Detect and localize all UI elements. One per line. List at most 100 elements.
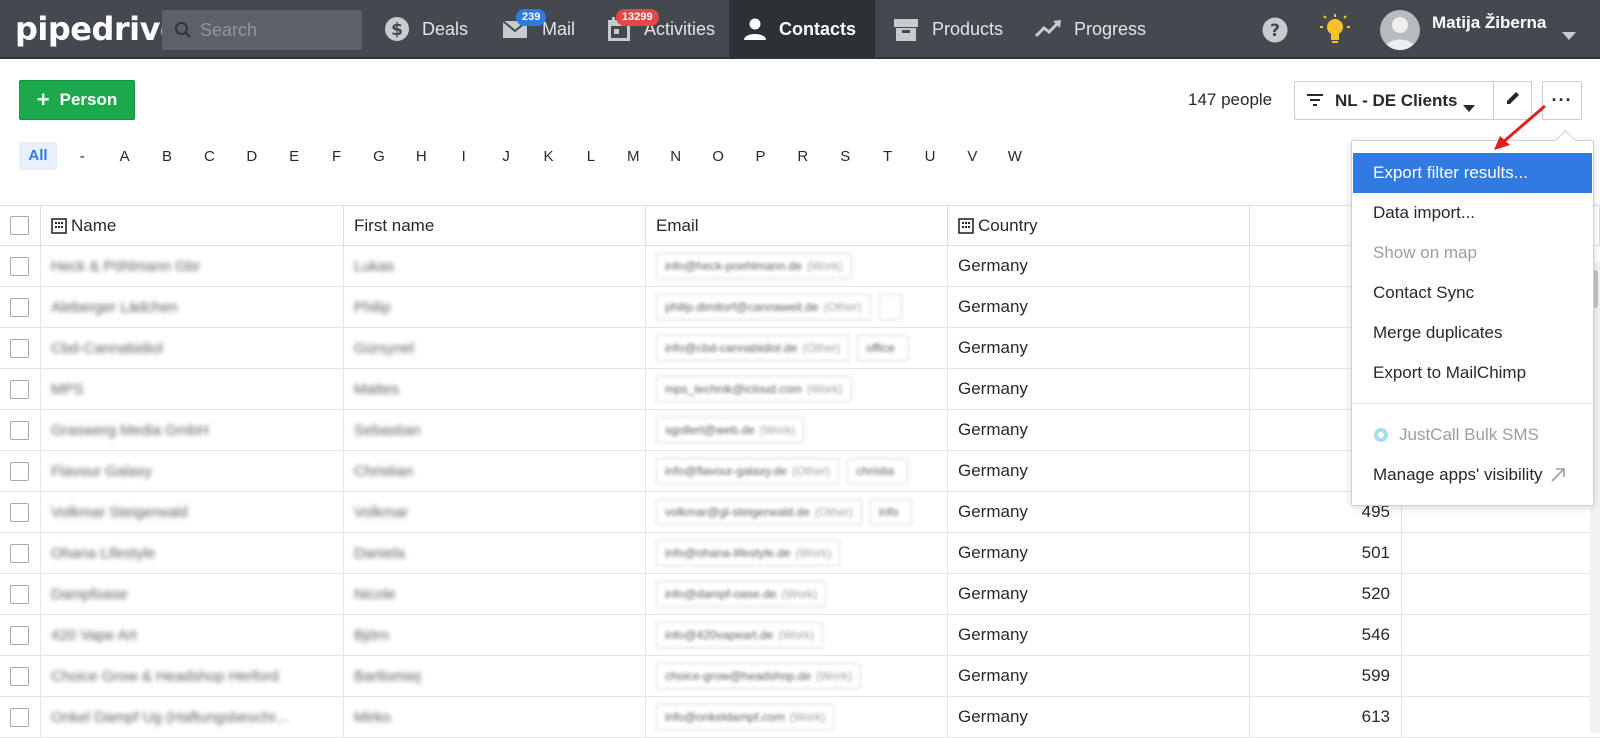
- cell-first-name[interactable]: Daniela: [344, 533, 646, 573]
- row-checkbox[interactable]: [10, 338, 29, 358]
- nav-progress[interactable]: Progress: [1020, 0, 1160, 58]
- cell-email[interactable]: info@onkeldampf.com (Work): [646, 697, 948, 737]
- cell-name[interactable]: Graswerg Media GmbH: [41, 410, 344, 450]
- cell-name[interactable]: Volkmar Steigerwald: [41, 492, 344, 532]
- contact-name[interactable]: Flavour Galaxy: [51, 463, 152, 480]
- cell-country[interactable]: Germany: [948, 328, 1250, 368]
- row-checkbox[interactable]: [10, 420, 29, 440]
- menu-item-contact-sync[interactable]: Contact Sync: [1353, 273, 1592, 313]
- nav-contacts[interactable]: Contacts: [729, 0, 875, 58]
- cell-country[interactable]: Germany: [948, 574, 1250, 614]
- row-checkbox[interactable]: [10, 625, 29, 645]
- cell-name[interactable]: Ohana Lifestyle: [41, 533, 344, 573]
- email-pill[interactable]: info@onkeldampf.com (Work): [656, 704, 835, 730]
- contact-name[interactable]: Dampfoase: [51, 586, 128, 603]
- cell-name[interactable]: Aleberger Lädchen: [41, 287, 344, 327]
- user-menu[interactable]: Matija Žiberna: [1380, 10, 1546, 50]
- contact-name[interactable]: MPS: [51, 381, 84, 398]
- pipedrive-logo[interactable]: pipedrive: [15, 10, 182, 48]
- cell-first-name[interactable]: Sebastian: [344, 410, 646, 450]
- cell-number[interactable]: 613: [1250, 697, 1402, 737]
- alpha-letter-v[interactable]: V: [951, 148, 993, 165]
- cell-first-name[interactable]: Nicole: [344, 574, 646, 614]
- row-checkbox[interactable]: [10, 379, 29, 399]
- row-checkbox[interactable]: [10, 297, 29, 317]
- cell-country[interactable]: Germany: [948, 656, 1250, 696]
- email-pill[interactable]: volkmar@gl-steigerwald.de (Other): [656, 499, 862, 525]
- column-header-email[interactable]: Email: [646, 206, 948, 245]
- alpha-letter-u[interactable]: U: [909, 148, 951, 165]
- cell-email[interactable]: info@cbd-cannabidiol.de (Other) office: [646, 328, 948, 368]
- alpha-letter-dash[interactable]: -: [61, 148, 103, 165]
- email-pill[interactable]: info@dampf-oase.de (Work): [656, 581, 827, 607]
- menu-item-manage-apps-visibility[interactable]: Manage apps' visibility: [1353, 455, 1592, 495]
- cell-email[interactable]: info@dampf-oase.de (Work): [646, 574, 948, 614]
- cell-email[interactable]: choice-grow@headshop.de (Work): [646, 656, 948, 696]
- row-checkbox[interactable]: [10, 461, 29, 481]
- email-pill[interactable]: office: [857, 335, 909, 361]
- help-icon[interactable]: ?: [1262, 17, 1288, 48]
- email-pill[interactable]: info: [869, 499, 913, 525]
- cell-number[interactable]: 520: [1250, 574, 1402, 614]
- alpha-letter-n[interactable]: N: [654, 148, 696, 165]
- cell-name[interactable]: Onkel Dampf Ug (Haftungsbeschr...: [41, 697, 344, 737]
- row-checkbox[interactable]: [10, 584, 29, 604]
- menu-item-export-filter-results[interactable]: Export filter results...: [1353, 153, 1592, 193]
- menu-item-export-mailchimp[interactable]: Export to MailChimp: [1353, 353, 1592, 393]
- alpha-letter-l[interactable]: L: [570, 148, 612, 165]
- alpha-letter-g[interactable]: G: [358, 148, 400, 165]
- nav-products[interactable]: Products: [878, 0, 1017, 58]
- cell-email[interactable]: mps_technik@icloud.com (Work): [646, 369, 948, 409]
- cell-first-name[interactable]: Bartlomiej: [344, 656, 646, 696]
- alpha-letter-s[interactable]: S: [824, 148, 866, 165]
- contact-name[interactable]: 420 Vape Art: [51, 627, 137, 644]
- cell-number[interactable]: 501: [1250, 533, 1402, 573]
- email-pill[interactable]: [878, 294, 902, 320]
- email-pill[interactable]: info@heck-poehlmann.de (Work): [656, 253, 852, 279]
- cell-first-name[interactable]: Volkmar: [344, 492, 646, 532]
- row-checkbox[interactable]: [10, 256, 29, 276]
- cell-country[interactable]: Germany: [948, 287, 1250, 327]
- search-box[interactable]: [162, 10, 362, 50]
- chevron-down-icon[interactable]: [1562, 27, 1576, 45]
- contact-name[interactable]: Onkel Dampf Ug (Haftungsbeschr...: [51, 709, 288, 726]
- alpha-letter-f[interactable]: F: [315, 148, 357, 165]
- cell-first-name[interactable]: Gürsynel: [344, 328, 646, 368]
- cell-country[interactable]: Germany: [948, 369, 1250, 409]
- row-checkbox[interactable]: [10, 666, 29, 686]
- alpha-letter-t[interactable]: T: [866, 148, 908, 165]
- alpha-letter-h[interactable]: H: [400, 148, 442, 165]
- table-row[interactable]: Dampfoase Nicole info@dampf-oase.de (Work…: [0, 574, 1600, 615]
- contact-name[interactable]: Volkmar Steigerwald: [51, 504, 188, 521]
- cell-first-name[interactable]: Mattes: [344, 369, 646, 409]
- alpha-letter-r[interactable]: R: [782, 148, 824, 165]
- cell-country[interactable]: Germany: [948, 533, 1250, 573]
- email-pill[interactable]: philip.dimitorf@cannaweit.de (Other): [656, 294, 871, 320]
- contact-name[interactable]: Graswerg Media GmbH: [51, 422, 209, 439]
- cell-first-name[interactable]: Lukas: [344, 246, 646, 286]
- table-row[interactable]: Choice Grow & Headshop Herford Bartlomie…: [0, 656, 1600, 697]
- cell-first-name[interactable]: Philip: [344, 287, 646, 327]
- cell-email[interactable]: sgollert@web.de (Work): [646, 410, 948, 450]
- cell-name[interactable]: Flavour Galaxy: [41, 451, 344, 491]
- alpha-letter-e[interactable]: E: [273, 148, 315, 165]
- cell-email[interactable]: info@heck-poehlmann.de (Work): [646, 246, 948, 286]
- select-all-checkbox[interactable]: [10, 216, 29, 235]
- alpha-letter-i[interactable]: I: [443, 148, 485, 165]
- contact-name[interactable]: Aleberger Lädchen: [51, 299, 178, 316]
- contact-name[interactable]: Heck & Pöhlmann Gbr: [51, 258, 200, 275]
- contact-name[interactable]: Choice Grow & Headshop Herford: [51, 668, 279, 685]
- lightbulb-icon[interactable]: [1320, 14, 1350, 51]
- email-pill[interactable]: info@ohana-lifestyle.de (Work): [656, 540, 841, 566]
- cell-name[interactable]: Dampfoase: [41, 574, 344, 614]
- email-pill[interactable]: info@flavour-galaxy.de (Other): [656, 458, 840, 484]
- email-pill[interactable]: sgollert@web.de (Work): [656, 417, 805, 443]
- alpha-letter-o[interactable]: O: [697, 148, 739, 165]
- table-row[interactable]: Ohana Lifestyle Daniela info@ohana-lifes…: [0, 533, 1600, 574]
- cell-country[interactable]: Germany: [948, 492, 1250, 532]
- cell-country[interactable]: Germany: [948, 697, 1250, 737]
- table-row[interactable]: Onkel Dampf Ug (Haftungsbeschr... Mirko …: [0, 697, 1600, 738]
- column-header-first-name[interactable]: First name: [344, 206, 646, 245]
- column-header-name[interactable]: Name: [41, 206, 344, 245]
- table-row[interactable]: 420 Vape Art Björn info@420vapeart.de (Wo…: [0, 615, 1600, 656]
